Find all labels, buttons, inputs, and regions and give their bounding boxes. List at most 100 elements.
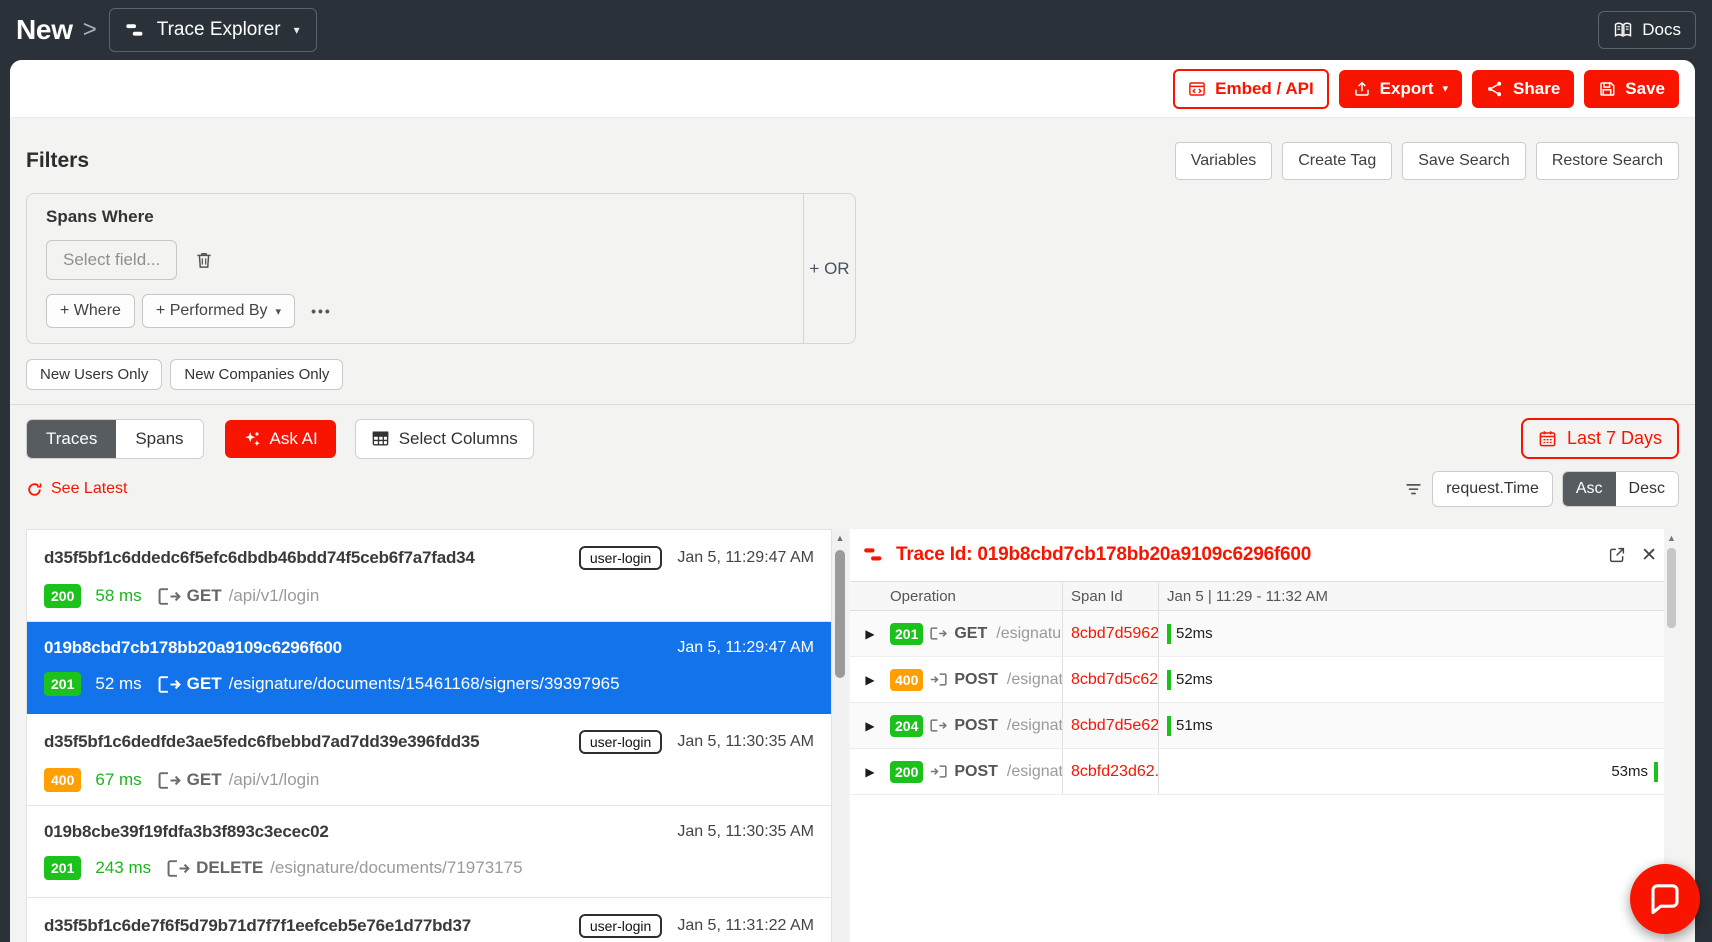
span-duration-label: 52ms	[1176, 625, 1213, 642]
trace-id-title: Trace Id: 019b8cbd7cb178bb20a9109c6296f6…	[896, 544, 1311, 566]
tab-traces[interactable]: Traces	[27, 420, 116, 458]
spans-where-title: Spans Where	[46, 207, 784, 227]
span-row[interactable]: ▶ 204 POST /esignature/docu 8cbd7d5e62..…	[850, 703, 1664, 749]
ask-ai-button[interactable]: Ask AI	[225, 420, 336, 458]
save-button[interactable]: Save	[1584, 70, 1679, 108]
http-method: GET	[954, 625, 987, 643]
docs-button[interactable]: Docs	[1598, 11, 1696, 49]
see-latest-button[interactable]: See Latest	[26, 480, 128, 498]
breadcrumb-separator: >	[83, 16, 97, 44]
tab-spans[interactable]: Spans	[116, 420, 202, 458]
trace-list-row[interactable]: d35f5bf1c6de7f6f5d79b71d7f7f1eefceb5e76e…	[27, 898, 831, 942]
trace-detail-header: Trace Id: 019b8cbd7cb178bb20a9109c6296f6…	[850, 529, 1679, 581]
http-method: DELETE	[196, 858, 263, 878]
span-row[interactable]: ▶ 200 POST /esignature/doc 8cbfd23d62...…	[850, 749, 1664, 795]
request-out-icon	[158, 771, 181, 790]
close-icon[interactable]: ✕	[1641, 546, 1657, 565]
span-duration-label: 51ms	[1176, 717, 1213, 734]
span-id-link[interactable]: 8cbd7d5962...	[1071, 625, 1158, 643]
refresh-icon	[26, 481, 43, 498]
save-search-button[interactable]: Save Search	[1402, 142, 1526, 180]
sort-icon[interactable]	[1404, 480, 1423, 499]
request-out-icon	[158, 587, 181, 606]
http-method: POST	[954, 717, 998, 735]
trace-list-row[interactable]: 019b8cbd7cb178bb20a9109c6296f600 Jan 5, …	[27, 622, 831, 714]
traces-spans-tabs: Traces Spans	[26, 419, 204, 459]
http-method: POST	[954, 671, 998, 689]
tag-badge: user-login	[579, 730, 662, 754]
scroll-up-icon[interactable]: ▲	[1667, 533, 1676, 543]
scrollbar-thumb[interactable]	[1667, 548, 1676, 628]
expand-span-icon[interactable]: ▶	[865, 766, 874, 778]
filters-actions: Variables Create Tag Save Search Restore…	[1175, 142, 1679, 180]
chevron-down-icon: ▾	[294, 23, 300, 37]
sort-asc-button[interactable]: Asc	[1563, 472, 1616, 506]
time-range-label: Last 7 Days	[1567, 428, 1662, 449]
select-columns-label: Select Columns	[399, 429, 518, 449]
trace-list-scrollbar[interactable]: ▲	[832, 529, 848, 942]
expand-span-icon[interactable]: ▶	[865, 674, 874, 686]
sort-field-button[interactable]: request.Time	[1432, 471, 1553, 507]
new-users-only-button[interactable]: New Users Only	[26, 359, 162, 390]
trace-explorer-dropdown[interactable]: Trace Explorer ▾	[109, 8, 317, 52]
export-button[interactable]: Export ▾	[1339, 70, 1462, 108]
scrollbar-thumb[interactable]	[835, 550, 845, 678]
column-span-id: Span Id	[1062, 582, 1158, 610]
trace-list-row[interactable]: d35f5bf1c6dedfde3ae5fedc6fbebbd7ad7dd39e…	[27, 714, 831, 806]
latest-sort-row: See Latest request.Time Asc Desc	[26, 471, 1679, 507]
filters-header-row: Filters Variables Create Tag Save Search…	[26, 142, 1679, 180]
span-id-link[interactable]: 8cbfd23d62...	[1071, 763, 1158, 781]
variables-button[interactable]: Variables	[1175, 142, 1273, 180]
trace-list-row[interactable]: d35f5bf1c6ddedc6f5efc6dbdb46bdd74f5ceb6f…	[27, 530, 831, 622]
action-toolbar: Embed / API Export ▾ Share Save	[10, 60, 1695, 118]
book-icon	[1613, 20, 1633, 40]
add-where-button[interactable]: + Where	[46, 294, 135, 328]
expand-span-icon[interactable]: ▶	[865, 720, 874, 732]
status-badge: 201	[44, 672, 81, 696]
add-performed-by-button[interactable]: + Performed By ▾	[142, 294, 295, 328]
embed-api-label: Embed / API	[1215, 79, 1314, 99]
select-field-button[interactable]: Select field...	[46, 240, 177, 280]
duration-label: 67 ms	[95, 770, 141, 790]
trace-timestamp: Jan 5, 11:30:35 AM	[677, 823, 814, 841]
span-row[interactable]: ▶ 400 POST /esignature/doc 8cbd7d5c62...…	[850, 657, 1664, 703]
section-divider	[10, 404, 1695, 405]
trash-icon	[194, 250, 214, 270]
open-external-button[interactable]	[1608, 546, 1626, 564]
status-badge: 200	[44, 584, 81, 608]
trace-id: 019b8cbd7cb178bb20a9109c6296f600	[44, 638, 342, 658]
docs-label: Docs	[1642, 20, 1681, 40]
request-path: /esignature/docu	[996, 625, 1062, 643]
status-badge: 204	[890, 715, 923, 737]
expand-span-icon[interactable]: ▶	[865, 628, 874, 640]
duration-label: 243 ms	[95, 858, 151, 878]
span-duration-bar	[1167, 670, 1171, 690]
share-button[interactable]: Share	[1472, 70, 1574, 108]
span-id-link[interactable]: 8cbd7d5c62...	[1071, 671, 1158, 689]
span-id-link[interactable]: 8cbd7d5e62...	[1071, 717, 1158, 735]
restore-search-button[interactable]: Restore Search	[1536, 142, 1679, 180]
more-options-button[interactable]: •••	[311, 303, 332, 319]
chevron-down-icon: ▾	[1443, 82, 1449, 95]
trace-list-row[interactable]: 019b8cbe39f19fdfa3b3f893c3ecec02 Jan 5, …	[27, 806, 831, 898]
request-out-icon	[167, 859, 190, 878]
breadcrumb-root[interactable]: New	[16, 14, 73, 46]
request-out-icon	[158, 675, 181, 694]
scroll-up-icon[interactable]: ▲	[836, 532, 845, 544]
select-columns-button[interactable]: Select Columns	[355, 419, 534, 459]
table-columns-icon	[371, 429, 390, 448]
sort-desc-button[interactable]: Desc	[1616, 472, 1678, 506]
column-operation: Operation	[890, 588, 1062, 605]
embed-api-button[interactable]: Embed / API	[1173, 69, 1329, 109]
span-row[interactable]: ▶ 201 GET /esignature/docu 8cbd7d5962...…	[850, 611, 1664, 657]
external-link-icon	[1608, 546, 1626, 564]
request-path: /esignature/documents/15461168/signers/3…	[229, 674, 620, 694]
create-tag-button[interactable]: Create Tag	[1282, 142, 1392, 180]
span-duration-bar	[1167, 624, 1171, 644]
new-companies-only-button[interactable]: New Companies Only	[170, 359, 343, 390]
share-label: Share	[1513, 79, 1560, 99]
chat-support-button[interactable]	[1630, 864, 1700, 934]
time-range-button[interactable]: Last 7 Days	[1521, 418, 1679, 459]
delete-filter-button[interactable]	[194, 250, 214, 270]
add-or-group-button[interactable]: + OR	[803, 194, 855, 343]
